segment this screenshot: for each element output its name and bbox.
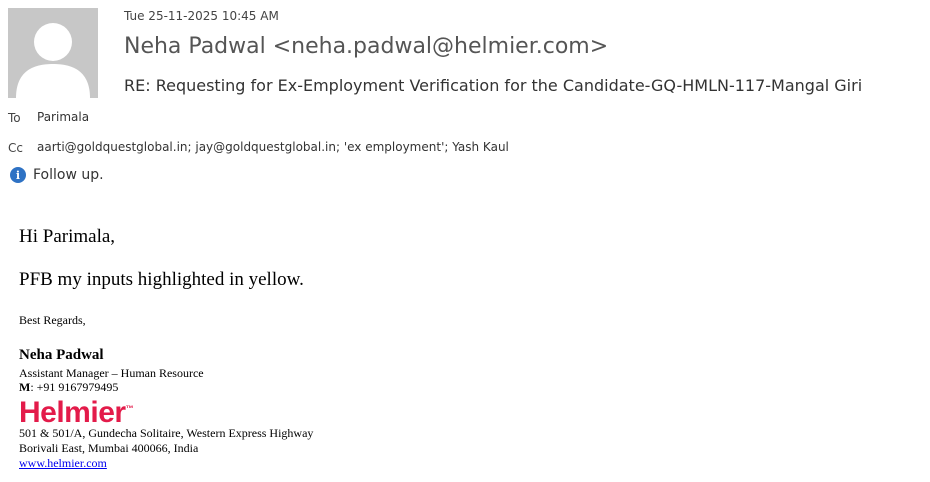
signature-title: Assistant Manager – Human Resource [19, 366, 204, 380]
message-subject: RE: Requesting for Ex-Employment Verific… [124, 76, 863, 95]
logo-text: Helmier [19, 396, 126, 429]
company-logo: Helmier™ [19, 393, 134, 429]
closing: Best Regards, [19, 313, 86, 327]
message-line: PFB my inputs highlighted in yellow. [19, 269, 304, 290]
to-recipients[interactable]: Parimala [37, 110, 89, 124]
follow-up-text: Follow up. [33, 167, 104, 183]
cc-label: Cc [8, 141, 23, 155]
sender-avatar [8, 8, 98, 98]
address-line-2: Borivali East, Mumbai 400066, India [19, 441, 199, 455]
website-link[interactable]: www.helmier.com [19, 456, 107, 470]
person-placeholder-icon [16, 23, 90, 98]
logo-trademark: ™ [125, 404, 134, 413]
info-icon: i [10, 167, 26, 183]
cc-recipients[interactable]: aarti@goldquestglobal.in; jay@goldquestg… [37, 140, 509, 154]
follow-up-flag[interactable]: i Follow up. [10, 167, 104, 183]
to-label: To [8, 111, 21, 125]
website-row: www.helmier.com [19, 456, 107, 471]
mobile-label: M [19, 380, 31, 394]
address-line-1: 501 & 501/A, Gundecha Solitaire, Western… [19, 426, 314, 440]
greeting: Hi Parimala, [19, 226, 116, 247]
message-date: Tue 25-11-2025 10:45 AM [124, 9, 279, 23]
mobile-number: : +91 9167979495 [30, 380, 119, 394]
sender-name[interactable]: Neha Padwal <neha.padwal@helmier.com> [124, 34, 608, 59]
signature-name: Neha Padwal [19, 347, 104, 363]
